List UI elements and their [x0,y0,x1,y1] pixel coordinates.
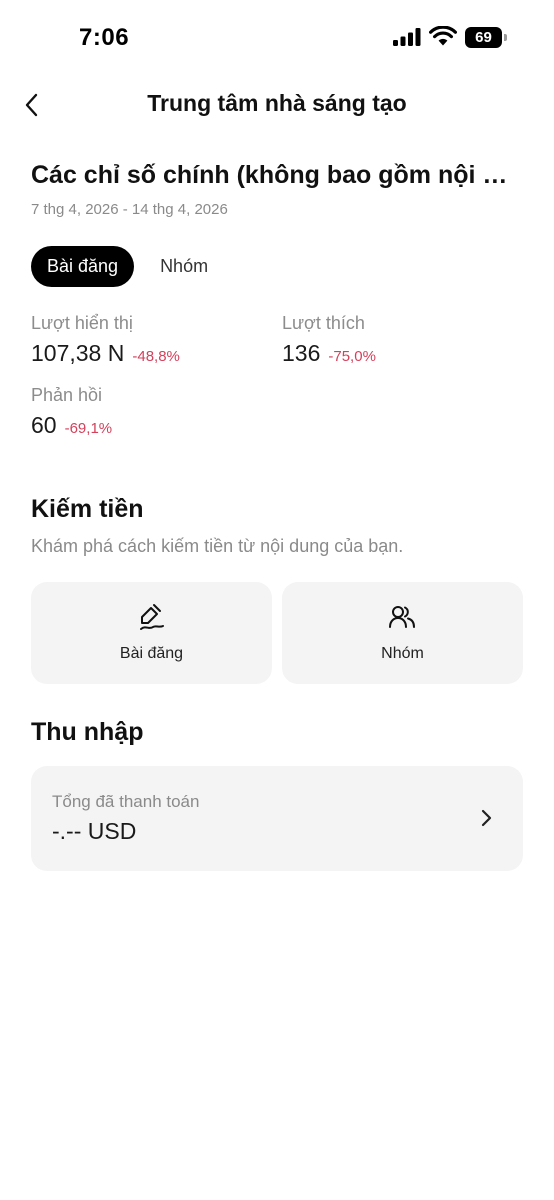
monetize-groups-card[interactable]: Nhóm [282,582,523,684]
signal-icon [393,28,421,46]
stat-row: 136 -75,0% [282,340,376,367]
total-paid-card[interactable]: Tổng đã thanh toán -.-- USD [31,766,523,871]
tab-posts[interactable]: Bài đăng [31,246,135,287]
stat-replies: Phản hồi 60 -69,1% [31,385,112,439]
date-range: 7 thg 4, 2026 - 14 thg 4, 2026 [31,201,228,218]
stat-label: Lượt thích [282,313,365,333]
battery-indicator: 69 [465,27,507,48]
stat-value: 107,38 N [31,340,125,366]
status-bar: 7:06 69 [0,0,554,76]
metrics-title: Các chỉ số chính (không bao gồm nội dung… [31,161,511,189]
battery-tip [504,34,507,41]
edit-icon [140,604,164,630]
stat-change: -75,0% [328,348,376,365]
income-title: Thu nhập [31,718,144,746]
stat-value: 60 [31,412,57,438]
tab-groups[interactable]: Nhóm [144,246,224,287]
status-time: 7:06 [79,24,130,51]
stat-impressions: Lượt hiển thị 107,38 N -48,8% [31,313,180,367]
battery-level: 69 [475,29,492,46]
monetize-subtitle: Khám phá cách kiếm tiền từ nội dung của … [31,536,404,556]
stat-change: -69,1% [64,420,113,437]
total-paid-label: Tổng đã thanh toán [52,792,200,811]
wifi-icon [429,26,457,46]
stat-row: 60 -69,1% [31,412,112,439]
total-paid-value: -.-- USD [52,818,137,844]
chevron-right-icon[interactable] [476,808,496,828]
people-icon [389,606,415,628]
stat-row: 107,38 N -48,8% [31,340,180,367]
page-title: Trung tâm nhà sáng tạo [147,90,407,116]
stat-value: 136 [282,340,321,366]
stat-label: Lượt hiển thị [31,313,133,333]
stat-label: Phản hồi [31,385,103,405]
stat-change: -48,8% [132,348,180,365]
stat-likes: Lượt thích 136 -75,0% [282,313,376,367]
card-label: Nhóm [381,645,424,662]
monetize-title: Kiếm tiền [31,495,144,523]
content-type-tabs: Bài đăng Nhóm [31,246,224,287]
header: Trung tâm nhà sáng tạo [0,76,554,134]
monetize-posts-card[interactable]: Bài đăng [31,582,272,684]
card-label: Bài đăng [119,645,184,662]
